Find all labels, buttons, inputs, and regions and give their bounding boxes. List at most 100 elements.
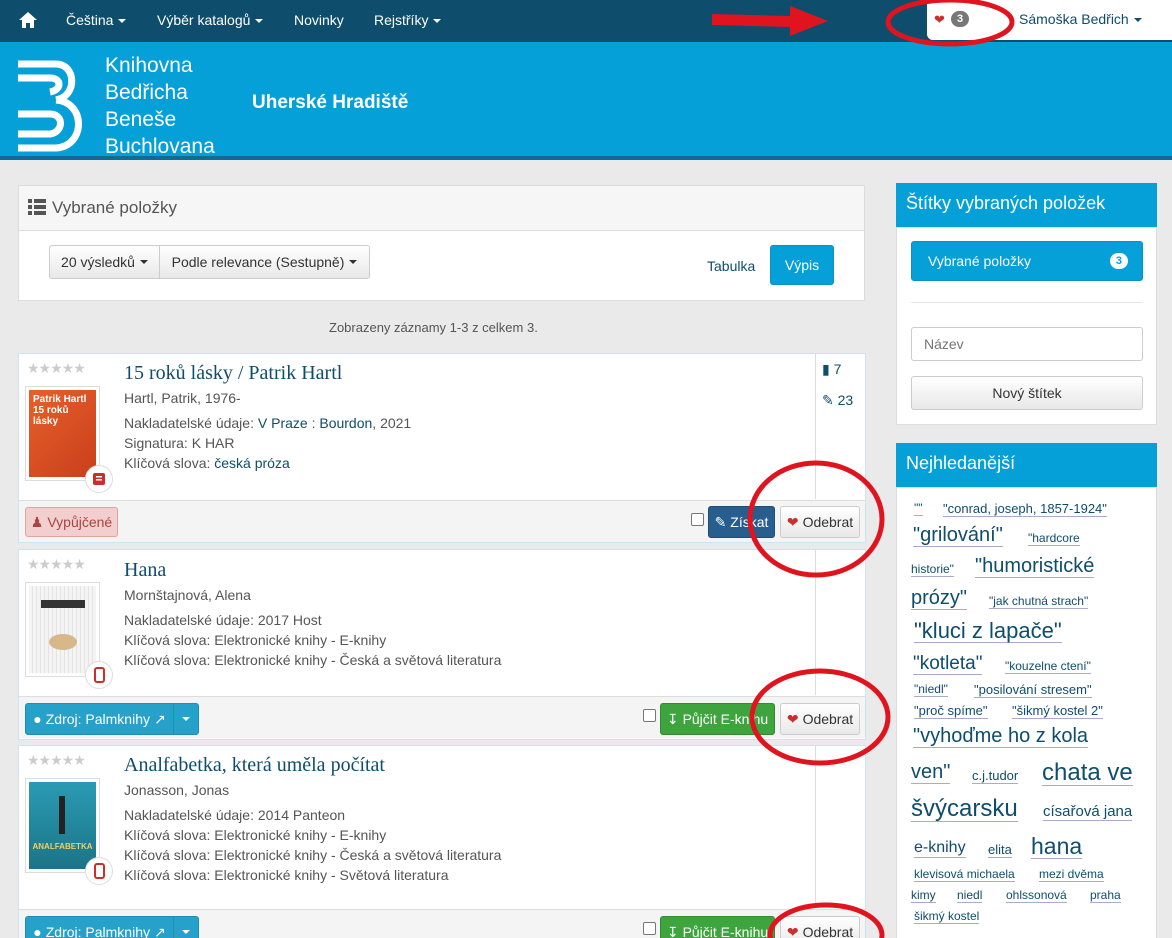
remove-button[interactable]: ❤ Odebrat (780, 916, 860, 938)
heart-icon[interactable]: ❤ (934, 12, 945, 28)
popular-tag[interactable]: e-knihy (914, 839, 966, 858)
book-icon (85, 465, 113, 493)
popular-tag[interactable]: "jak chutná strach" (989, 595, 1089, 609)
popular-tag[interactable]: kimy (911, 889, 936, 903)
popular-tag[interactable]: "kotleta" (913, 654, 983, 675)
favorites-count-badge[interactable]: 3 (951, 11, 970, 27)
popular-tag[interactable]: "posilování stresem" (974, 683, 1092, 698)
source-dropdown-toggle[interactable] (173, 916, 199, 938)
popular-tag[interactable]: "humoristické (975, 556, 1095, 578)
nav-language[interactable]: Čeština (66, 12, 127, 28)
record-actions: ♟ Vypůjčené ✎ Získat ❤ Odebrat (19, 500, 865, 542)
home-icon[interactable] (18, 10, 38, 30)
heart-icon: ❤ (786, 923, 799, 938)
select-checkbox[interactable] (643, 922, 656, 935)
popular-tag[interactable]: elita (988, 843, 1012, 858)
tablet-icon (85, 857, 113, 885)
reviews-stat[interactable]: ✎ 23 (822, 392, 853, 409)
sort-dropdown[interactable]: Podle relevance (Sestupně) (159, 245, 370, 279)
source-button[interactable]: ● Zdroj: Palmknihy ↗ (25, 703, 174, 735)
popular-tag[interactable]: "conrad, joseph, 1857-1924" (943, 502, 1107, 517)
popular-tag[interactable]: "kluci z lapače" (914, 619, 1062, 644)
popular-tag[interactable]: císařová jana (1043, 804, 1133, 821)
popular-tag[interactable]: "" (914, 502, 923, 516)
get-button[interactable]: ✎ Získat (708, 506, 775, 538)
source-button[interactable]: ● Zdroj: Palmknihy ↗ (25, 916, 174, 938)
popular-tag[interactable]: c.j.tudor (972, 769, 1019, 784)
book-cover[interactable]: ANALFABETKA (25, 778, 100, 873)
rating-stars[interactable]: ★★★★★ (27, 556, 86, 573)
book-cover-image: Patrik Hartl 15 roků lásky (29, 390, 96, 477)
remove-button[interactable]: ❤ Odebrat (780, 506, 860, 538)
record-title-link[interactable]: Hana (124, 559, 166, 582)
book-cover-image: ANALFABETKA (29, 782, 96, 869)
popular-tag[interactable]: "kouzelne ctení" (1005, 660, 1091, 674)
keyword-link[interactable]: česká próza (214, 455, 289, 471)
copies-stat[interactable]: ▮ 7 (822, 361, 841, 378)
record-title-link[interactable]: 15 roků lásky / Patrik Hartl (124, 362, 342, 385)
heart-icon: ❤ (786, 710, 799, 727)
field-label: Klíčová slova: (124, 455, 211, 471)
record-title-link[interactable]: Analfabetka, která uměla počítat (124, 754, 385, 777)
pencil-icon: ✎ (822, 392, 834, 408)
popular-tag[interactable]: praha (1090, 889, 1121, 903)
popular-tag[interactable]: historie" (911, 563, 954, 577)
chevron-down-icon (349, 260, 358, 264)
popular-tag[interactable]: "šikmý kostel 2" (1012, 704, 1103, 719)
view-table-link[interactable]: Tabulka (707, 258, 755, 274)
nav-indexes[interactable]: Rejstříky (374, 12, 442, 28)
borrow-ebook-button[interactable]: ↧ Půjčit E-knihu (660, 703, 775, 735)
results-per-page-dropdown[interactable]: 20 výsledků (49, 245, 160, 279)
popular-tag[interactable]: švýcarsku (911, 796, 1018, 823)
popular-tag[interactable]: chata ve (1042, 760, 1133, 787)
top-navbar: Čeština Výběr katalogů Novinky Rejstříky… (0, 0, 1172, 42)
popular-tag[interactable]: "grilování" (913, 525, 1003, 547)
source-dropdown-toggle[interactable] (173, 703, 199, 735)
popular-tag[interactable]: "vyhoďme ho z kola (913, 726, 1089, 748)
chevron-down-icon (139, 260, 148, 264)
library-name-line: Beneše (105, 108, 177, 131)
library-logo[interactable] (16, 56, 94, 154)
cover-bun (49, 634, 77, 650)
popular-tag[interactable]: klevisová michaela (914, 868, 1015, 882)
select-checkbox[interactable] (691, 513, 704, 526)
publisher-place-link[interactable]: V Praze (258, 415, 308, 431)
tags-panel: Vybrané položky 3 Nový štítek (896, 227, 1157, 425)
popular-tag[interactable]: "niedl" (914, 683, 948, 697)
signature-value: K HAR (191, 435, 235, 451)
remove-button[interactable]: ❤ Odebrat (780, 703, 860, 735)
status-borrowed-button[interactable]: ♟ Vypůjčené (25, 507, 118, 537)
user-menu[interactable]: Sámoška Bedřich (1019, 11, 1142, 27)
borrow-ebook-button[interactable]: ↧ Půjčit E-knihu (660, 916, 775, 938)
popular-tag[interactable]: ven" (911, 762, 951, 784)
popular-tag[interactable]: ohlssonová (1006, 889, 1067, 903)
chevron-down-icon (118, 19, 127, 24)
select-checkbox[interactable] (643, 709, 656, 722)
popular-tag[interactable]: mezi dvěma (1039, 868, 1104, 882)
site-header: Knihovna Bedřicha Beneše Buchlovana Uher… (0, 42, 1172, 160)
rating-stars[interactable]: ★★★★★ (27, 752, 86, 769)
separator: : (307, 415, 320, 431)
tag-name-input[interactable] (911, 327, 1143, 361)
cover-title: Patrik Hartl 15 roků lásky (33, 394, 87, 427)
popular-tag[interactable]: šikmý kostel (914, 910, 980, 924)
view-list-button[interactable]: Výpis (770, 245, 834, 285)
rating-stars[interactable]: ★★★★★ (27, 360, 86, 377)
popular-tag[interactable]: niedl (957, 889, 983, 903)
nav-news[interactable]: Novinky (294, 12, 344, 28)
publisher-link[interactable]: Bourdon (319, 415, 372, 431)
nav-catalogs[interactable]: Výběr katalogů (157, 12, 264, 28)
selected-items-tag[interactable]: Vybrané položky 3 (911, 241, 1143, 281)
publisher-year: , 2021 (372, 415, 412, 431)
new-tag-button[interactable]: Nový štítek (911, 376, 1143, 410)
popular-tag[interactable]: "proč spíme" (914, 704, 988, 719)
popular-tag[interactable]: "hardcore (1028, 532, 1080, 546)
popular-tag[interactable]: hana (1031, 834, 1083, 860)
copies-count: 7 (833, 361, 842, 377)
selected-items-count: 3 (1109, 253, 1128, 269)
external-link-icon: ↗ (154, 923, 166, 938)
popular-tag[interactable]: prózy" (911, 588, 968, 610)
book-cover[interactable]: Patrik Hartl 15 roků lásky (25, 386, 100, 481)
chevron-down-icon (182, 930, 190, 934)
book-cover[interactable] (25, 582, 100, 677)
